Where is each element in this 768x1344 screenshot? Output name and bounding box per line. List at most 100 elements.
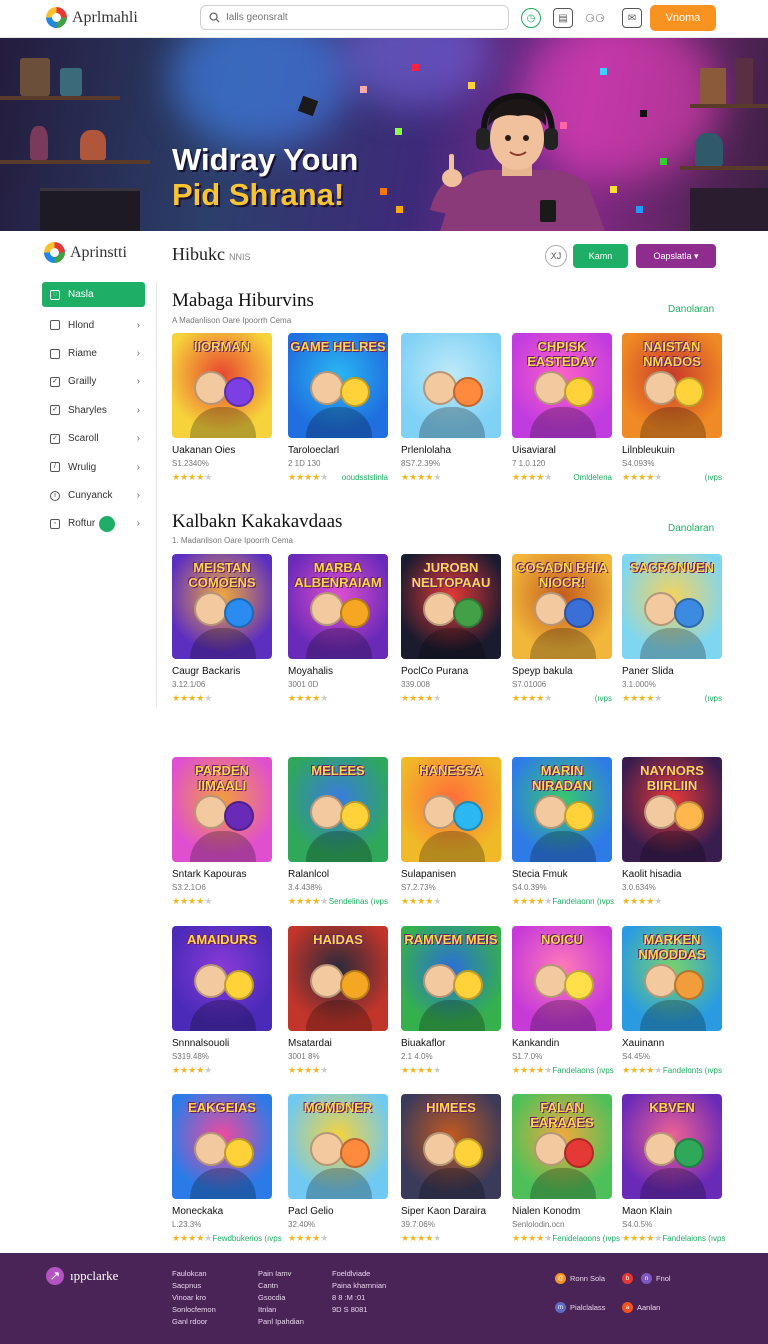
- game-card[interactable]: MARBA ALBENRAIAM Moyahalis 3001 0D ★★★★★: [288, 554, 388, 703]
- game-card[interactable]: SACRONUEN Paner Slida 3.1.000% ★★★★★ (ıvps: [622, 554, 722, 703]
- footer-link[interactable]: Pain Iamv: [258, 1268, 304, 1280]
- secondary-brand-logo[interactable]: Aprinstti: [44, 242, 127, 263]
- primary-cta-button[interactable]: Vnoma: [650, 5, 716, 31]
- game-tag[interactable]: Fandelaons (ıvps: [552, 1066, 613, 1075]
- footer-link[interactable]: Ganl rdoor: [172, 1316, 216, 1328]
- footer-social-1[interactable]: @ Ronn Sola: [555, 1273, 605, 1284]
- game-title[interactable]: Ralanlcol: [288, 869, 388, 880]
- sidebar-item-riame[interactable]: Riame ›: [42, 339, 145, 367]
- game-thumbnail[interactable]: KBVEN: [622, 1094, 722, 1199]
- sidebar-item-roftur[interactable]: ◦ Roftur ›: [42, 510, 145, 538]
- game-title[interactable]: Nialen Konodm: [512, 1206, 612, 1217]
- game-tag[interactable]: (ıvps: [705, 694, 722, 703]
- game-title[interactable]: Msatardai: [288, 1038, 388, 1049]
- game-thumbnail[interactable]: PARDEN IIMAALI: [172, 757, 272, 862]
- game-thumbnail[interactable]: AMAIDURS: [172, 926, 272, 1031]
- game-title[interactable]: Uisaviaral: [512, 445, 612, 456]
- game-thumbnail[interactable]: MELEES: [288, 757, 388, 862]
- game-tag[interactable]: Sendelinas (ıvps: [329, 897, 388, 906]
- game-card[interactable]: RAMVEM MEIS Biuakaflor 2.1 4.0% ★★★★★: [401, 926, 501, 1075]
- game-tag[interactable]: Omldelena: [573, 473, 612, 482]
- game-tag[interactable]: Fandelaonn (ıvps: [552, 897, 614, 906]
- search-input[interactable]: [226, 12, 486, 23]
- game-thumbnail[interactable]: COSADN BHIA NIOCR!: [512, 554, 612, 659]
- game-card[interactable]: PARDEN IIMAALI Sntark Kapouras S3.2.1O6 ★★★…: [172, 757, 272, 906]
- game-title[interactable]: Stecia Fmuk: [512, 869, 612, 880]
- game-thumbnail[interactable]: [401, 333, 501, 438]
- game-thumbnail[interactable]: CHPISK EASTEDAY: [512, 333, 612, 438]
- game-card[interactable]: HIMEES Siper Kaon Daraira 39.7.06% ★★★★★: [401, 1094, 501, 1243]
- game-title[interactable]: Taroloeclarl: [288, 445, 388, 456]
- hero-banner[interactable]: Widray Youn Pid Shrana!: [0, 38, 768, 231]
- game-title[interactable]: Pacl Gelio: [288, 1206, 388, 1217]
- footer-link[interactable]: Itnlan: [258, 1304, 304, 1316]
- game-card[interactable]: COSADN BHIA NIOCR! Speyp bakula S7.01006 ★★…: [512, 554, 612, 703]
- game-tag[interactable]: (ıvps: [595, 694, 612, 703]
- footer-link[interactable]: Foeldlviade: [332, 1268, 386, 1280]
- footer-social-4[interactable]: m Pialclalass: [555, 1302, 605, 1313]
- game-title[interactable]: Speyp bakula: [512, 666, 612, 677]
- game-title[interactable]: Kaolit hisadia: [622, 869, 722, 880]
- footer-social-3[interactable]: n Fnol: [641, 1273, 671, 1284]
- game-card[interactable]: GAME HELRES Taroloeclarl 2 1D 130 ★★★★★ ooud…: [288, 333, 388, 482]
- game-thumbnail[interactable]: JUROBN NELTOPAAU: [401, 554, 501, 659]
- game-card[interactable]: MOMDNER Pacl Gelio 32.40% ★★★★★: [288, 1094, 388, 1243]
- footer-social-2[interactable]: b: [622, 1273, 633, 1284]
- game-card[interactable]: MARIN NIRADAN Stecia Fmuk S4.0.39% ★★★★★ Fan…: [512, 757, 614, 906]
- game-thumbnail[interactable]: IIORMAN: [172, 333, 272, 438]
- footer-social-5[interactable]: a Aanlan: [622, 1302, 660, 1313]
- footer-link[interactable]: Vinoar kro: [172, 1292, 216, 1304]
- footer-link[interactable]: Faulokcan: [172, 1268, 216, 1280]
- notification-icon[interactable]: ✉: [622, 8, 642, 28]
- game-thumbnail[interactable]: MARBA ALBENRAIAM: [288, 554, 388, 659]
- options-dropdown-button[interactable]: Oapslatla ▾: [636, 244, 716, 268]
- calendar-icon[interactable]: ▤: [553, 8, 573, 28]
- game-thumbnail[interactable]: MEISTAN COMOENS: [172, 554, 272, 659]
- game-card[interactable]: HAIDAS Msatardai 3001 8% ★★★★★: [288, 926, 388, 1075]
- sidebar-item-sharyles[interactable]: ✓ Sharyles ›: [42, 396, 145, 424]
- game-thumbnail[interactable]: NAYNORS BIIRLIIN: [622, 757, 722, 862]
- game-title[interactable]: Moyahalis: [288, 666, 388, 677]
- game-title[interactable]: Siper Kaon Daraira: [401, 1206, 501, 1217]
- footer-link[interactable]: Sonlocfemon: [172, 1304, 216, 1316]
- game-title[interactable]: Biuakaflor: [401, 1038, 501, 1049]
- game-thumbnail[interactable]: MARKEN NMODDAS: [622, 926, 722, 1031]
- game-thumbnail[interactable]: MOMDNER: [288, 1094, 388, 1199]
- game-title[interactable]: Sulapanisen: [401, 869, 501, 880]
- sidebar-item-cunyanck[interactable]: i Cunyanck ›: [42, 481, 145, 509]
- game-card[interactable]: NAYNORS BIIRLIIN Kaolit hisadia 3.0.634% ★★…: [622, 757, 722, 906]
- game-card[interactable]: NOICU Kankandin S1.7.0% ★★★★★ Fandelaons (ıv…: [512, 926, 614, 1075]
- game-card[interactable]: MARKEN NMODDAS Xauinann S4.45% ★★★★★ Fandelo…: [622, 926, 722, 1075]
- game-title[interactable]: Maon Klain: [622, 1206, 722, 1217]
- game-tag[interactable]: Fandelonts (ıvps: [663, 1066, 722, 1075]
- footer-logo[interactable]: ↗ ıppclarke: [46, 1267, 118, 1285]
- game-title[interactable]: Caugr Backaris: [172, 666, 272, 677]
- game-thumbnail[interactable]: RAMVEM MEIS: [401, 926, 501, 1031]
- sidebar-item-scaroll[interactable]: ✓ Scaroll ›: [42, 425, 145, 453]
- sidebar-item-hlond[interactable]: Hlond ›: [42, 311, 145, 339]
- footer-link[interactable]: Cantn: [258, 1280, 304, 1292]
- game-card[interactable]: HANESSA Sulapanisen S7.2.73% ★★★★★: [401, 757, 501, 906]
- sidebar-item-grailly[interactable]: ✓ Grailly ›: [42, 368, 145, 396]
- game-thumbnail[interactable]: SACRONUEN: [622, 554, 722, 659]
- close-icon[interactable]: XJ: [545, 245, 567, 267]
- game-tag[interactable]: Fandelaions (ıvps: [662, 1234, 725, 1243]
- game-card[interactable]: MELEES Ralanlcol 3.4.438% ★★★★★ Sendelinas (…: [288, 757, 388, 906]
- game-card[interactable]: JUROBN NELTOPAAU PoclCo Purana 339.008 ★★★★…: [401, 554, 501, 703]
- game-title[interactable]: Prlenlolaha: [401, 445, 501, 456]
- game-card[interactable]: EAKGEIAS Moneckaka L.23.3% ★★★★★ Fewdbukerio…: [172, 1094, 282, 1243]
- green-action-button[interactable]: Kamn: [573, 244, 628, 268]
- controller-icon[interactable]: ⚆⚆: [584, 8, 606, 28]
- game-title[interactable]: Uakanan Oies: [172, 445, 272, 456]
- brand-logo[interactable]: Aprlmahli: [46, 7, 138, 28]
- game-card[interactable]: Prlenlolaha 8S7.2.39% ★★★★★: [401, 333, 501, 482]
- game-card[interactable]: KBVEN Maon Klain S4.0.5% ★★★★★ Fandelaions (…: [622, 1094, 726, 1243]
- game-thumbnail[interactable]: GAME HELRES: [288, 333, 388, 438]
- game-card[interactable]: IIORMAN Uakanan Oies S1.2340% ★★★★★: [172, 333, 272, 482]
- game-card[interactable]: AMAIDURS Snnnalsouoli S319.48% ★★★★★: [172, 926, 272, 1075]
- game-tag[interactable]: Fewdbukerios (ıvps: [212, 1234, 281, 1243]
- game-card[interactable]: CHPISK EASTEDAY Uisaviaral 7 1.0.120 ★★★★★ O…: [512, 333, 612, 482]
- game-thumbnail[interactable]: HAIDAS: [288, 926, 388, 1031]
- game-title[interactable]: PoclCo Purana: [401, 666, 501, 677]
- game-title[interactable]: Lilnbleukuin: [622, 445, 722, 456]
